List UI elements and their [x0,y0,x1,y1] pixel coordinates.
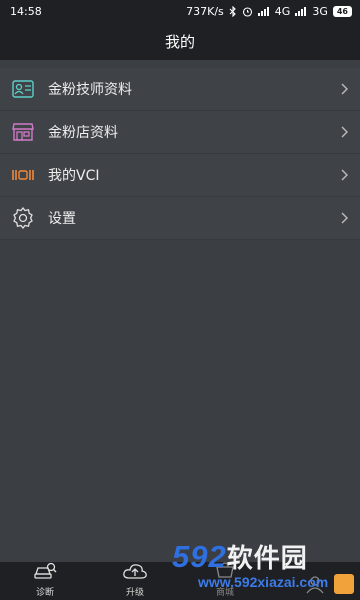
gear-icon [11,206,35,230]
battery-icon: 46 [332,5,352,17]
net-speed: 737K/s [186,4,224,18]
technician-card-icon [11,77,35,101]
menu-item-label: 设置 [48,211,76,227]
bottom-tab-bar: 诊断 升级 商城 [0,562,360,600]
menu-list: 金粉技师资料 金粉店资料 我的VCI 设置 [0,68,360,240]
vci-device-icon [11,163,35,187]
status-time: 14:58 [10,4,42,18]
chevron-right-icon [338,125,350,139]
menu-item-technician-profile[interactable]: 金粉技师资料 [0,68,360,111]
chevron-right-icon [338,82,350,96]
status-indicators: 737K/s 4G 3G 46 [186,5,352,18]
car-diagnose-icon [33,561,57,585]
menu-item-store-profile[interactable]: 金粉店资料 [0,111,360,154]
cloud-upgrade-icon [122,561,148,585]
network-type-2: 3G [312,4,328,18]
tab-diagnose[interactable]: 诊断 [0,562,90,600]
network-type-1: 4G [274,4,291,18]
page-title: 我的 [164,32,195,51]
menu-item-settings[interactable]: 设置 [0,197,360,240]
tab-label: 诊断 [35,588,54,598]
tab-mall[interactable]: 商城 [180,562,270,600]
tab-label: 升级 [125,588,144,598]
status-bar: 14:58 737K/s 4G 3G 46 [0,0,360,22]
title-bar: 我的 [0,22,360,60]
tab-upgrade[interactable]: 升级 [90,562,180,600]
bluetooth-icon [229,5,237,17]
chevron-right-icon [338,168,350,182]
menu-item-label: 金粉店资料 [48,125,118,141]
tab-label: 商城 [215,588,234,598]
mall-icon [214,561,236,585]
menu-item-label: 我的VCI [48,168,100,184]
storefront-icon [11,120,35,144]
menu-item-my-vci[interactable]: 我的VCI [0,154,360,197]
chevron-right-icon [338,211,350,225]
menu-item-label: 金粉技师资料 [48,82,132,98]
profile-icon [304,574,326,598]
tab-profile[interactable] [270,562,360,600]
alarm-icon [242,6,253,17]
signal-icon [257,6,270,16]
signal-icon [295,6,307,16]
